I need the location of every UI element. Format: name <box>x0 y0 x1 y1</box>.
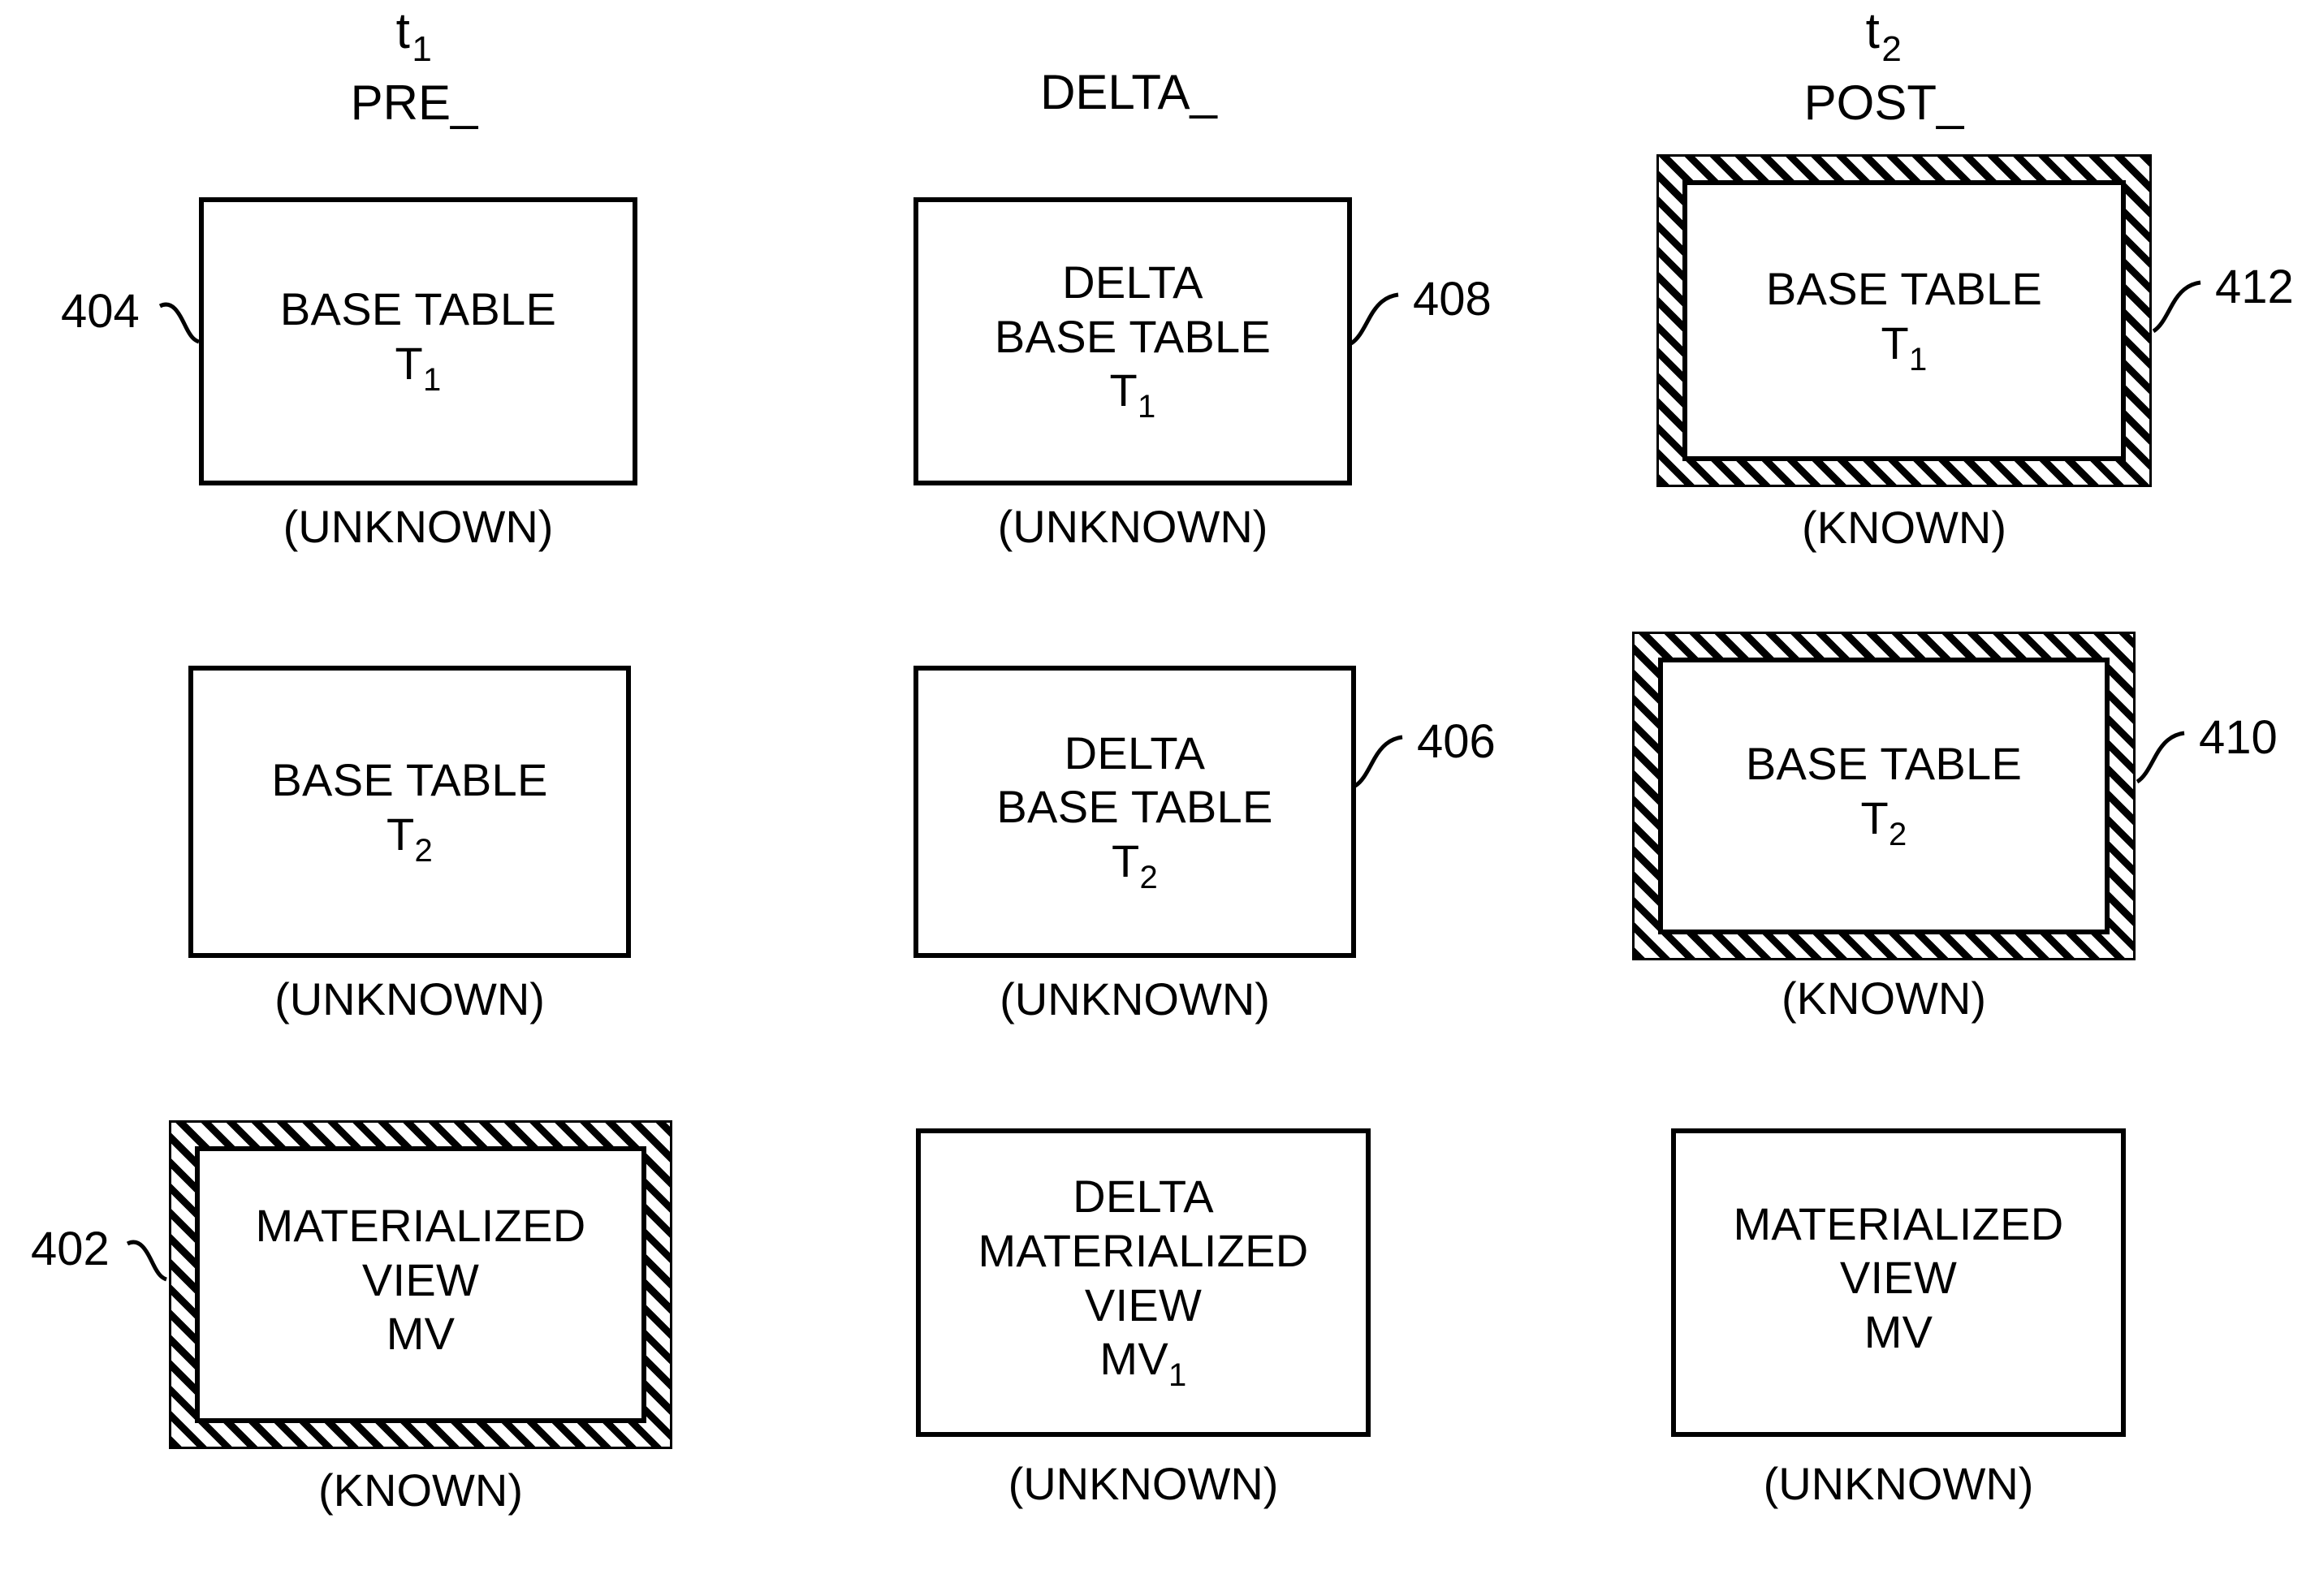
node-delta-base-table-t1: DELTA BASE TABLE T1 (UNKNOWN) <box>913 197 1352 550</box>
node-base-table-t1-pre: BASE TABLE T1 (UNKNOWN) <box>199 197 637 550</box>
box-label-delta-materialized-view-mv1: DELTA MATERIALIZED VIEW MV1 <box>978 1171 1309 1394</box>
box-inner-frame: MATERIALIZED VIEW MV <box>195 1146 646 1423</box>
leader-line-408 <box>1350 292 1399 346</box>
status-delta-base-table-t2: (UNKNOWN) <box>1000 973 1270 1024</box>
node-base-table-t2-post: BASE TABLE T2 (KNOWN) <box>1632 632 2136 1021</box>
node-base-table-t1-post: BASE TABLE T1 (KNOWN) <box>1656 154 2152 550</box>
status-base-table-t1-pre: (UNKNOWN) <box>283 501 554 552</box>
box-symbol: T2 <box>1111 835 1159 895</box>
node-materialized-view-mv-post: MATERIALIZED VIEW MV (UNKNOWN) <box>1671 1128 2126 1507</box>
leader-line-412 <box>2152 280 2201 334</box>
node-delta-materialized-view-mv1: DELTA MATERIALIZED VIEW MV1 (UNKNOWN) <box>916 1128 1371 1507</box>
status-delta-base-table-t1: (UNKNOWN) <box>997 501 1268 552</box>
reference-numeral-402: 402 <box>31 1223 110 1275</box>
column-header-pre: t1 PRE_ <box>203 6 625 127</box>
box-symbol: T1 <box>1109 364 1156 425</box>
reference-numeral-412: 412 <box>2215 261 2294 313</box>
box-materialized-view-mv-post: MATERIALIZED VIEW MV <box>1671 1128 2126 1437</box>
box-symbol: MV1 <box>1099 1333 1187 1394</box>
box-delta-base-table-t2: DELTA BASE TABLE T2 <box>913 666 1356 958</box>
reference-numeral-404: 404 <box>61 285 140 338</box>
box-symbol: T2 <box>1860 792 1907 853</box>
time-label-delta-spacer <box>918 6 1340 68</box>
box-label-base-table-t1-pre: BASE TABLE T1 <box>279 283 557 399</box>
box-base-table-t1-post: BASE TABLE T1 <box>1656 154 2152 487</box>
status-base-table-t2-post: (KNOWN) <box>1782 973 1986 1024</box>
phase-label-post: POST_ <box>1803 75 1964 130</box>
box-label-delta-base-table-t1: DELTA BASE TABLE T1 <box>994 257 1272 425</box>
box-label-base-table-t2-pre: BASE TABLE T2 <box>271 753 548 869</box>
box-symbol: T1 <box>395 338 442 399</box>
time-label-t2: t2 <box>1865 3 1902 69</box>
box-label-materialized-view-mv-pre: MATERIALIZED VIEW MV <box>255 1200 586 1360</box>
box-symbol: T2 <box>386 808 434 869</box>
status-materialized-view-mv-post: (UNKNOWN) <box>1763 1458 2034 1509</box>
box-symbol: MV <box>1864 1305 1933 1357</box>
box-label-base-table-t2-post: BASE TABLE T2 <box>1745 738 2023 853</box>
box-delta-base-table-t1: DELTA BASE TABLE T1 <box>913 197 1352 485</box>
box-label-materialized-view-mv-post: MATERIALIZED VIEW MV <box>1733 1197 2064 1357</box>
leader-line-410 <box>2136 731 2185 784</box>
box-label-base-table-t1-post: BASE TABLE T1 <box>1765 262 2043 377</box>
box-inner-frame: BASE TABLE T1 <box>1682 180 2126 461</box>
patent-figure: t1 PRE_ DELTA_ t2 POST_ BASE TABLE T1 (U… <box>0 0 2302 1596</box>
column-header-post: t2 POST_ <box>1673 6 2095 127</box>
reference-numeral-406: 406 <box>1417 715 1496 768</box>
node-delta-base-table-t2: DELTA BASE TABLE T2 (UNKNOWN) <box>913 666 1356 1022</box>
box-symbol: MV <box>386 1308 456 1360</box>
box-base-table-t2-post: BASE TABLE T2 <box>1632 632 2136 960</box>
leader-line-406 <box>1354 735 1403 788</box>
status-materialized-view-mv-pre: (KNOWN) <box>318 1464 523 1516</box>
box-base-table-t1-pre: BASE TABLE T1 <box>199 197 637 485</box>
node-base-table-t2-pre: BASE TABLE T2 (UNKNOWN) <box>188 666 631 1022</box>
phase-label-delta: DELTA_ <box>1040 65 1217 119</box>
time-label-t1: t1 <box>395 3 433 69</box>
reference-numeral-410: 410 <box>2199 711 2278 764</box>
box-symbol: T1 <box>1881 317 1928 377</box>
column-header-delta: DELTA_ <box>918 6 1340 117</box>
box-delta-materialized-view-mv1: DELTA MATERIALIZED VIEW MV1 <box>916 1128 1371 1437</box>
box-inner-frame: BASE TABLE T2 <box>1658 658 2110 934</box>
status-base-table-t2-pre: (UNKNOWN) <box>274 973 545 1024</box>
box-label-delta-base-table-t2: DELTA BASE TABLE T2 <box>996 727 1273 895</box>
status-delta-materialized-view-mv1: (UNKNOWN) <box>1008 1458 1279 1509</box>
phase-label-pre: PRE_ <box>350 75 478 130</box>
box-materialized-view-mv-pre: MATERIALIZED VIEW MV <box>169 1120 672 1449</box>
box-base-table-t2-pre: BASE TABLE T2 <box>188 666 631 958</box>
reference-numeral-408: 408 <box>1413 273 1492 326</box>
node-materialized-view-mv-pre: MATERIALIZED VIEW MV (KNOWN) <box>169 1120 672 1513</box>
status-base-table-t1-post: (KNOWN) <box>1802 502 2006 553</box>
